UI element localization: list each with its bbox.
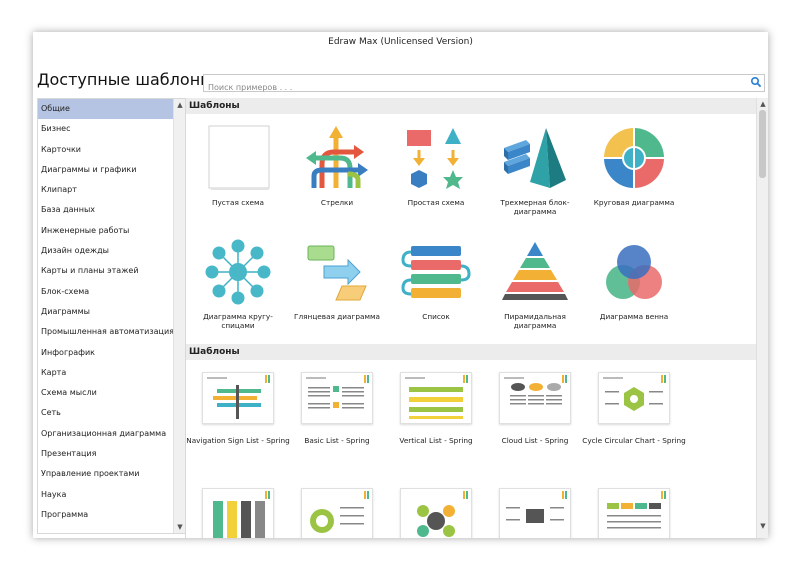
sidebar-item-floor-plans[interactable]: Карты и планы этажей bbox=[38, 261, 173, 281]
arrows-icon bbox=[306, 126, 368, 188]
template-thumbnail bbox=[301, 488, 373, 538]
template-thumbnail bbox=[598, 488, 670, 538]
template-circular[interactable]: Круговая диаграмма bbox=[587, 124, 681, 207]
pyramid-icon bbox=[502, 242, 568, 300]
sidebar-item-software[interactable]: Программа bbox=[38, 505, 173, 525]
template-navigation-sign-list[interactable]: Navigation Sign List - Spring bbox=[186, 372, 293, 445]
sidebar-item-map[interactable]: Карта bbox=[38, 363, 173, 383]
window-title: Edraw Max (Unlicensed Version) bbox=[328, 37, 473, 47]
sidebar-item-database[interactable]: База данных bbox=[38, 200, 173, 220]
template-thumbnail bbox=[202, 488, 274, 538]
tile-label: Vertical List - Spring bbox=[399, 436, 473, 445]
template-pyramid[interactable]: Пирамидальная диаграмма bbox=[488, 238, 582, 330]
sidebar-item-cards[interactable]: Карточки bbox=[38, 140, 173, 160]
template-arrows[interactable]: Стрелки bbox=[290, 124, 384, 207]
template-glossy[interactable]: Глянцевая диаграмма bbox=[290, 238, 384, 321]
sidebar-item-science[interactable]: Наука bbox=[38, 485, 173, 505]
tile-label: Cycle Circular Chart - Spring bbox=[582, 436, 686, 445]
template-thumbnail bbox=[400, 372, 472, 424]
tile-label: Пирамидальная диаграмма bbox=[504, 312, 566, 330]
list-icon bbox=[401, 246, 471, 298]
template-venn[interactable]: Диаграмма венна bbox=[587, 238, 681, 321]
category-list: Общие Бизнес Карточки Диаграммы и график… bbox=[38, 99, 173, 533]
sidebar-item-charts[interactable]: Диаграммы и графики bbox=[38, 160, 173, 180]
sidebar-item-mind-map[interactable]: Схема мысли bbox=[38, 383, 173, 403]
sidebar-item-network[interactable]: Сеть bbox=[38, 403, 173, 423]
template-blank[interactable]: Пустая схема bbox=[191, 124, 285, 207]
sidebar-item-general[interactable]: Общие bbox=[38, 99, 173, 120]
basic-shapes-icon bbox=[407, 128, 463, 189]
sidebar-item-clipart[interactable]: Клипарт bbox=[38, 180, 173, 200]
scroll-up-arrow-icon[interactable]: ▲ bbox=[759, 100, 767, 108]
scroll-up-arrow-icon[interactable]: ▲ bbox=[176, 101, 184, 109]
sidebar-item-diagrams[interactable]: Диаграммы bbox=[38, 302, 173, 322]
template-cloud-list[interactable]: Cloud List - Spring bbox=[480, 372, 590, 445]
template-thumbnail bbox=[598, 372, 670, 424]
template-thumbnail bbox=[499, 488, 571, 538]
template-partial-5[interactable] bbox=[579, 488, 689, 538]
tile-label: Глянцевая диаграмма bbox=[294, 312, 380, 321]
search-box[interactable] bbox=[203, 74, 765, 96]
tile-label: Трехмерная блок-диаграмма bbox=[500, 198, 570, 216]
search-input[interactable] bbox=[204, 79, 742, 96]
template-basic-list[interactable]: Basic List - Spring bbox=[282, 372, 392, 445]
scrollbar-thumb[interactable] bbox=[759, 110, 766, 178]
sidebar-item-flowchart[interactable]: Блок-схема bbox=[38, 282, 173, 302]
sidebar-item-fashion[interactable]: Дизайн одежды bbox=[38, 241, 173, 261]
template-partial-1[interactable] bbox=[186, 488, 293, 538]
tile-label: Cloud List - Spring bbox=[501, 436, 569, 445]
blank-page-icon bbox=[208, 125, 270, 190]
templates-panel: Шаблоны Пустая схема Стрелки Простая схе… bbox=[185, 98, 768, 538]
template-thumbnail bbox=[301, 372, 373, 424]
content-scrollbar[interactable]: ▲ ▼ bbox=[756, 98, 768, 538]
app-window: Edraw Max (Unlicensed Version) Доступные… bbox=[33, 32, 768, 538]
3d-block-icon bbox=[504, 128, 566, 188]
tile-label: Navigation Sign List - Spring bbox=[186, 436, 290, 445]
category-sidebar: Общие Бизнес Карточки Диаграммы и график… bbox=[37, 98, 186, 534]
template-basic-shapes[interactable]: Простая схема bbox=[389, 124, 483, 207]
sidebar-item-business[interactable]: Бизнес bbox=[38, 119, 173, 139]
circular-diagram-icon bbox=[604, 128, 664, 188]
scroll-down-arrow-icon[interactable]: ▼ bbox=[759, 522, 767, 530]
section-header-shapes: Шаблоны bbox=[186, 98, 759, 114]
tile-label: Простая схема bbox=[407, 198, 465, 207]
sidebar-item-project-mgmt[interactable]: Управление проектами bbox=[38, 464, 173, 484]
template-thumbnail bbox=[400, 488, 472, 538]
template-hub-spoke[interactable]: Диаграмма кругу-спицами bbox=[191, 238, 285, 330]
sidebar-item-org-chart[interactable]: Организационная диаграмма bbox=[38, 424, 173, 444]
template-partial-2[interactable] bbox=[282, 488, 392, 538]
template-thumbnail bbox=[499, 372, 571, 424]
sidebar-item-engineering[interactable]: Инженерные работы bbox=[38, 221, 173, 241]
tile-label: Круговая диаграмма bbox=[593, 198, 675, 207]
template-3d-block[interactable]: Трехмерная блок-диаграмма bbox=[488, 124, 582, 216]
template-partial-4[interactable] bbox=[480, 488, 590, 538]
scroll-down-arrow-icon[interactable]: ▼ bbox=[176, 523, 184, 531]
tile-label: Список bbox=[422, 312, 450, 321]
page-title: Доступные шаблоны bbox=[37, 70, 213, 89]
hub-spoke-icon bbox=[205, 239, 271, 305]
sidebar-item-automation[interactable]: Промышленная автоматизация bbox=[38, 322, 173, 342]
tile-label: Стрелки bbox=[320, 198, 354, 207]
tile-label: Пустая схема bbox=[211, 198, 265, 207]
venn-icon bbox=[606, 245, 662, 299]
template-cycle-circular[interactable]: Cycle Circular Chart - Spring bbox=[579, 372, 689, 445]
tile-label: Basic List - Spring bbox=[304, 436, 370, 445]
sidebar-item-presentation[interactable]: Презентация bbox=[38, 444, 173, 464]
template-list[interactable]: Список bbox=[389, 238, 483, 321]
tile-label: Диаграмма венна bbox=[599, 312, 669, 321]
glossy-diagram-icon bbox=[307, 245, 367, 301]
template-vertical-list[interactable]: Vertical List - Spring bbox=[381, 372, 491, 445]
sidebar-item-infographic[interactable]: Инфографик bbox=[38, 343, 173, 363]
search-icon[interactable] bbox=[750, 76, 762, 88]
section-header-templates: Шаблоны bbox=[186, 344, 759, 360]
template-partial-3[interactable] bbox=[381, 488, 491, 538]
template-thumbnail bbox=[202, 372, 274, 424]
tile-label: Диаграмма кругу-спицами bbox=[203, 312, 273, 330]
